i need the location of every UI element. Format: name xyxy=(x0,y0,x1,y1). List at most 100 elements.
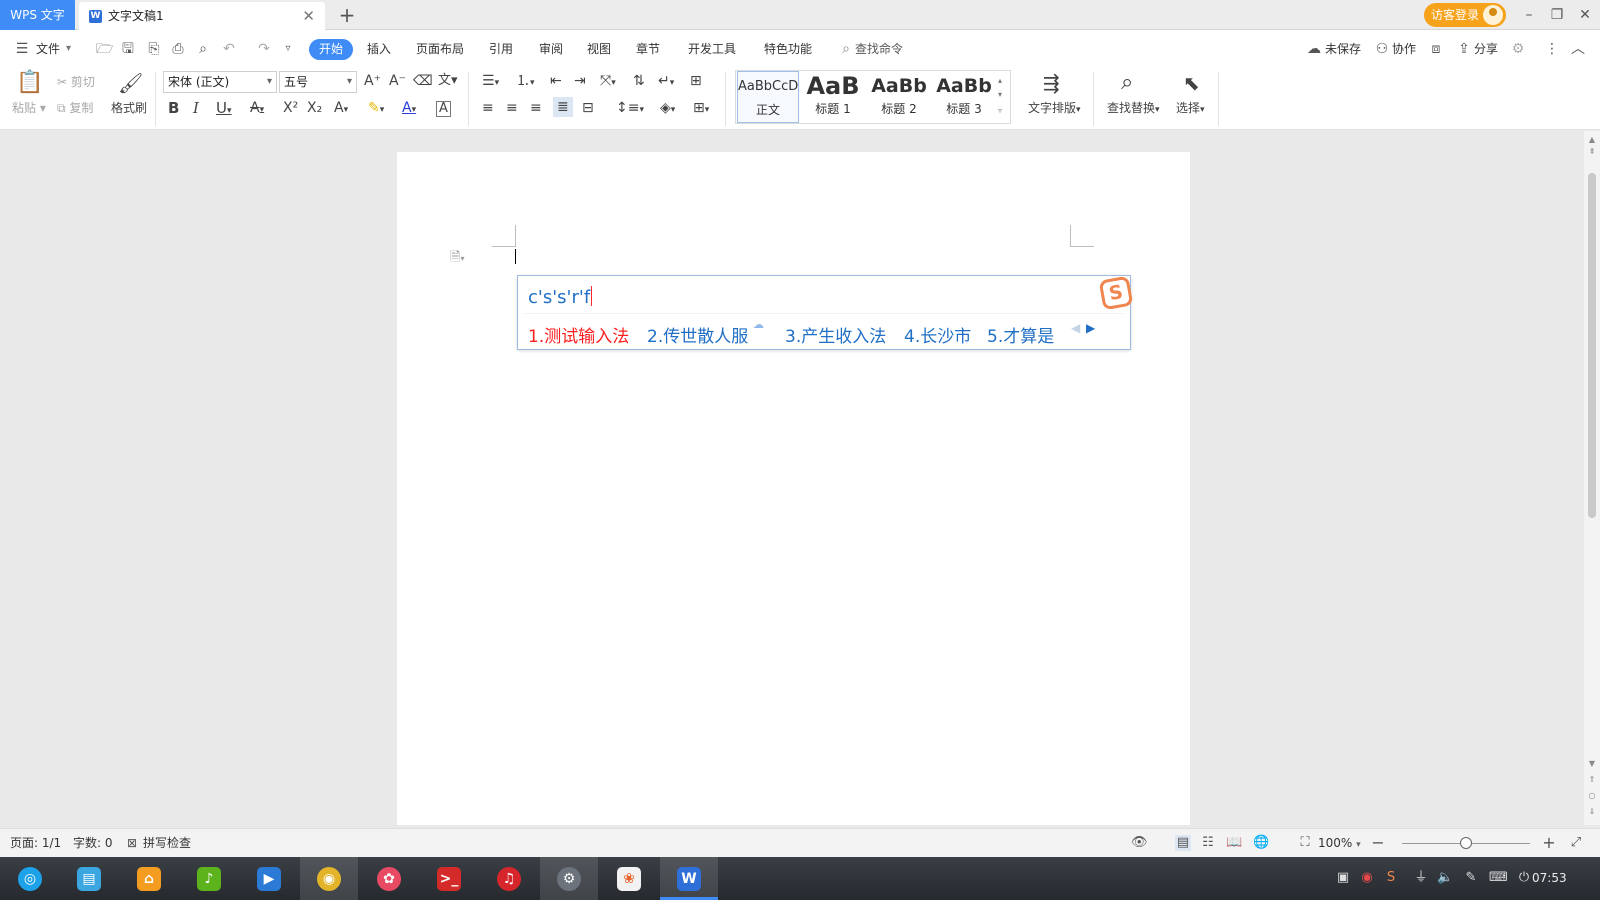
next-page-icon[interactable]: ⇓ xyxy=(1584,807,1600,817)
prev-page-icon[interactable]: ⇑ xyxy=(1584,775,1600,785)
tab-view[interactable]: 视图 xyxy=(587,30,611,68)
style-scroll-down-icon[interactable]: ▾ xyxy=(998,87,1002,103)
unsaved-status[interactable]: 未保存 xyxy=(1325,30,1361,68)
tray-netease-icon[interactable]: ◉ xyxy=(1359,870,1375,886)
spell-check-button[interactable]: 拼写检查 xyxy=(143,829,191,857)
hamburger-icon[interactable]: ☰ xyxy=(14,41,30,57)
borders-icon[interactable]: ⊞▾ xyxy=(693,98,709,120)
tab-page-layout[interactable]: 页面布局 xyxy=(416,30,464,68)
sort-icon[interactable]: ⇅ xyxy=(633,71,645,91)
grow-font-icon[interactable]: A⁺ xyxy=(364,71,381,91)
export-pdf-icon[interactable]: ⎘ xyxy=(146,41,162,57)
font-size-select[interactable]: 五号 xyxy=(279,71,357,93)
distribute-icon[interactable]: ⊟ xyxy=(582,98,594,118)
outline-view-icon[interactable]: ☷ xyxy=(1200,835,1216,851)
italic-icon[interactable]: I xyxy=(193,98,199,118)
tab-insert[interactable]: 插入 xyxy=(367,30,391,68)
underline-icon[interactable]: U▾ xyxy=(216,98,232,121)
shrink-font-icon[interactable]: A⁻ xyxy=(389,71,406,91)
undo-icon[interactable]: ↶ xyxy=(221,41,237,57)
more-icon[interactable]: ⋮ xyxy=(1544,41,1560,57)
scroll-up-icon[interactable]: ▲ xyxy=(1584,135,1600,145)
collaborate-button[interactable]: 协作 xyxy=(1392,30,1416,68)
find-replace-button[interactable]: 查找替换▾ xyxy=(1107,98,1160,120)
settings-icon[interactable]: ⚙ xyxy=(1510,41,1526,57)
collaborate-icon[interactable]: ⚇ xyxy=(1374,41,1390,57)
ime-candidate-3[interactable]: 3.产生收入法 xyxy=(785,322,886,347)
style-normal[interactable]: AaBbCcD 正文 xyxy=(737,71,799,123)
taskbar-settings[interactable]: ⚙ xyxy=(540,857,598,900)
document-page[interactable]: 🗎▾ xyxy=(397,152,1190,825)
scroll-top-icon[interactable]: ⇞ xyxy=(1584,147,1600,157)
ime-candidate-5[interactable]: 5.才算是 xyxy=(987,322,1054,347)
taskbar-image-viewer[interactable]: ❀ xyxy=(600,857,658,900)
close-window-icon[interactable]: ✕ xyxy=(1574,0,1596,30)
zoom-slider-knob[interactable] xyxy=(1460,837,1472,849)
taskbar-wps-writer[interactable]: W xyxy=(660,857,718,900)
copy-button[interactable]: ⧉ 复制 xyxy=(57,98,93,118)
tray-sogou-icon[interactable]: S xyxy=(1383,870,1399,886)
command-search[interactable]: 查找命令 xyxy=(855,30,903,68)
fullscreen-icon[interactable]: ⤢ xyxy=(1568,835,1584,851)
taskbar-launcher[interactable]: ◎ xyxy=(1,857,59,900)
open-folder-icon[interactable]: 🗁 xyxy=(96,41,113,57)
align-center-icon[interactable]: ≡ xyxy=(506,98,518,118)
paste-icon[interactable]: 📋 xyxy=(16,70,43,96)
save-icon[interactable]: 🖫 xyxy=(120,41,136,57)
tray-power-icon[interactable]: ⏻ xyxy=(1516,870,1532,886)
document-tab[interactable]: W 文字文稿1 ✕ xyxy=(79,2,325,30)
phonetic-guide-icon[interactable]: 文▾ xyxy=(438,71,458,91)
select-browse-object-icon[interactable]: ○ xyxy=(1584,791,1600,801)
align-right-icon[interactable]: ≡ xyxy=(530,98,542,118)
text-layout-button[interactable]: 文字排版▾ xyxy=(1028,98,1081,120)
strikethrough-icon[interactable]: A▾ xyxy=(250,98,264,120)
reading-view-icon[interactable]: 📖 xyxy=(1226,835,1242,851)
paste-button[interactable]: 粘贴 ▾ xyxy=(12,98,46,118)
justify-icon[interactable]: ≣ xyxy=(553,97,573,117)
style-more-icon[interactable]: ▿ xyxy=(998,103,1002,119)
zoom-out-icon[interactable]: − xyxy=(1370,835,1386,851)
eye-protection-icon[interactable]: 👁 xyxy=(1131,835,1148,851)
taskbar-file-manager[interactable]: ▤ xyxy=(60,857,118,900)
select-cursor-icon[interactable]: ⬉ xyxy=(1183,70,1200,96)
chinese-layout-icon[interactable]: ⤧▾ xyxy=(600,71,616,93)
text-layout-icon[interactable]: ⇶ xyxy=(1043,70,1060,96)
minimize-icon[interactable]: – xyxy=(1518,0,1540,30)
zoom-level-select[interactable]: 100% ▾ xyxy=(1318,829,1361,859)
fit-page-icon[interactable]: ⛶ xyxy=(1297,835,1313,851)
show-marks-icon[interactable]: ↵▾ xyxy=(658,71,674,93)
restore-icon[interactable]: ❐ xyxy=(1546,0,1568,30)
file-menu-chevron-icon[interactable]: ▾ xyxy=(66,30,71,68)
font-color-icon[interactable]: A▾ xyxy=(402,98,416,120)
style-heading-1[interactable]: AaB 标题 1 xyxy=(800,71,866,123)
taskbar-app-store[interactable]: ⌂ xyxy=(120,857,178,900)
format-painter-button[interactable]: 格式刷 xyxy=(111,98,147,118)
scrollbar-thumb[interactable] xyxy=(1588,173,1596,518)
cloud-icon[interactable]: ☁ xyxy=(1306,41,1322,57)
taskbar-terminal[interactable]: >_ xyxy=(420,857,478,900)
numbered-list-icon[interactable]: ⒈▾ xyxy=(516,71,535,93)
format-painter-icon[interactable]: 🖌 xyxy=(118,70,143,96)
print-icon[interactable]: ⎙ xyxy=(170,41,186,57)
text-effect-icon[interactable]: A▾ xyxy=(334,98,348,120)
format-pane-icon[interactable]: ⧈ xyxy=(1428,41,1444,57)
highlight-icon[interactable]: ✎▾ xyxy=(368,98,384,120)
char-border-icon[interactable]: A xyxy=(436,101,451,117)
tab-developer[interactable]: 开发工具 xyxy=(688,30,736,68)
increase-indent-icon[interactable]: ⇥ xyxy=(574,71,586,91)
scroll-down-icon[interactable]: ▼ xyxy=(1584,759,1600,769)
paragraph-options-icon[interactable]: 🗎▾ xyxy=(450,248,464,270)
customize-toolbar-icon[interactable]: ▿ xyxy=(280,41,296,57)
bullet-list-icon[interactable]: ☰▾ xyxy=(482,71,499,93)
ime-candidate-2[interactable]: 2.传世散人服 xyxy=(647,322,748,347)
file-menu[interactable]: 文件 xyxy=(36,30,60,68)
taskbar-video[interactable]: ▶ xyxy=(240,857,298,900)
taskbar-deepin-screenshot[interactable]: ✿ xyxy=(360,857,418,900)
style-heading-3[interactable]: AaBb 标题 3 xyxy=(932,71,996,123)
zoom-in-icon[interactable]: + xyxy=(1541,835,1557,851)
line-spacing-icon[interactable]: ↕≡▾ xyxy=(616,98,644,120)
web-view-icon[interactable]: 🌐 xyxy=(1253,835,1269,851)
decrease-indent-icon[interactable]: ⇤ xyxy=(550,71,562,91)
page-view-icon[interactable]: ▤ xyxy=(1175,835,1191,851)
font-name-select[interactable]: 宋体 (正文) xyxy=(163,71,277,93)
